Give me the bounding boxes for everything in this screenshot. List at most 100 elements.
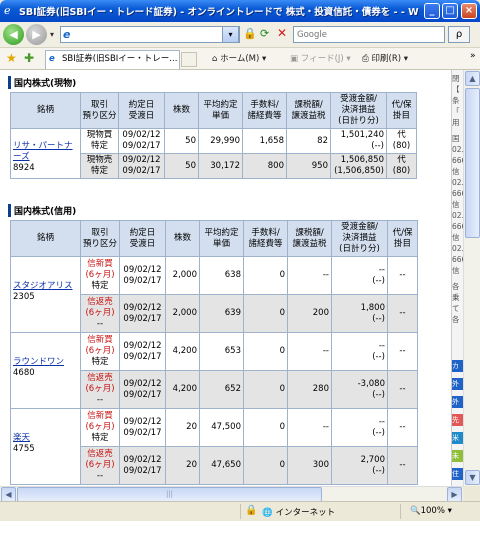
margin-cell: 代 (80) [386,128,417,154]
amount-value: -3,080 [357,378,385,389]
forward-button[interactable]: ▶ [26,24,47,45]
page-content: 国内株式(現物) 銘柄 取引 預り区分 約定日 受渡日 株数 平均約定 単価 手数料/諸経費等課… [0,70,451,486]
add-favorite-icon[interactable]: ✚ [24,51,34,65]
column-header-label: 決済損益 [342,233,377,243]
trade-type-link[interactable]: 現物売 [87,155,113,165]
stock-link[interactable]: リサ・パートナーズ [13,141,73,162]
price-cell: 47,650 [199,446,244,485]
sidebar-link-box[interactable]: 米 [452,432,463,444]
scroll-down-button[interactable]: ▼ [465,470,480,485]
security-zone: 🌐 インターネット [262,508,336,518]
price-cell: 653 [199,332,244,371]
sidebar-link-box[interactable]: カ [452,360,463,372]
back-button[interactable]: ◀ [3,24,24,45]
column-header-label: 受渡日 [129,238,156,249]
security-icon: 🔒 [245,505,258,516]
amount-cell: -3,080 (--) [331,370,388,409]
minimize-button[interactable]: _ [424,3,440,19]
column-header-label: 受渡日 [128,110,155,121]
date-value: 09/02/17 [123,313,162,324]
trade-type-link[interactable]: 信返売(6ヶ月) [83,373,117,395]
trade-type-cell: 信返売(6ヶ月) -- [80,294,120,333]
column-header-label: 平均約定 [204,227,239,238]
address-bar[interactable]: e [60,26,240,43]
trade-type-link[interactable]: 信新買(6ヶ月) [83,335,117,357]
vertical-scroll-thumb[interactable] [465,88,480,238]
fee-cell: 0 [243,408,288,447]
sidebar-link-box[interactable]: 住 [452,468,463,480]
stock-link[interactable]: スタジオアリス [13,281,73,291]
trade-type-link[interactable]: 信新買(6ヶ月) [83,259,117,281]
sidebar-link-box[interactable]: 先 [452,414,463,426]
date-value: 09/02/17 [123,275,162,286]
tax-cell: 950 [286,153,331,179]
column-header-label: 受渡金額/ [340,94,377,104]
date-cell: 09/02/12 09/02/17 [118,153,165,179]
scroll-left-button[interactable]: ◀ [1,487,16,502]
margin-value: 代 [397,155,406,165]
lock-icon[interactable]: 🔒 [243,27,257,40]
date-value: 09/02/12 [123,302,162,313]
sidebar-link-box[interactable]: 外 [452,396,463,408]
table-header-row: 銘柄 取引 預り区分 約定日 受渡日 株数 平均約定 単価 手数料/諸経費等 課税額/譲渡益税 受渡… [10,92,417,129]
margin-cell: -- [387,446,418,485]
trade-type-link[interactable]: 信返売(6ヶ月) [83,449,117,471]
price-cell: 638 [199,256,244,295]
scroll-right-button[interactable]: ▶ [447,487,462,502]
feed-button[interactable]: ▣ フィード(J) ▾ [290,52,351,64]
new-tab-button[interactable] [181,52,197,67]
close-button[interactable]: × [461,3,477,19]
sidebar-fragment: 信 [452,233,460,242]
tab-bar: ★ ✚ e SBI証券(旧SBIイー・トレー... ⌂ ホーム(M) ▾ ▣ フ… [0,48,480,70]
margin-cell: -- [387,294,418,333]
search-box[interactable] [293,26,445,43]
column-header: 取引 預り区分 [80,92,119,129]
sidebar-link-box[interactable]: 未 [452,450,463,462]
stock-link[interactable]: ラウンドワン [13,357,64,367]
account-type: -- [96,319,104,329]
margin-cell: 代 (80) [386,153,417,179]
amount-value: (--) [372,389,385,400]
search-input[interactable] [294,27,424,42]
address-dropdown-button[interactable]: ▾ [222,26,239,43]
title-bar: ℯ SBI証券(旧SBIイー・トレード証券) - オンライントレードで 株式・投… [0,0,480,22]
column-header-label: 譲渡益税 [292,238,327,249]
trade-type-link[interactable]: 信新買(6ヶ月) [83,411,117,433]
maximize-button[interactable]: □ [442,3,458,19]
search-go-button[interactable]: ρ [448,26,470,43]
date-value: 09/02/12 [123,264,162,275]
history-dropdown-icon[interactable]: ▾ [50,30,54,39]
column-header: 株数 [164,92,199,129]
tab-sbi[interactable]: e SBI証券(旧SBIイー・トレー... [45,50,180,69]
date-value: 09/02/12 [123,340,162,351]
amount-value: 1,501,240 [340,130,384,140]
sidebar-fragment: て [452,304,460,313]
toolbar-overflow-icon[interactable]: » [470,51,476,61]
trade-type-link[interactable]: 現物買 [87,130,113,140]
vertical-scrollbar[interactable]: ▲ ▼ [463,70,480,486]
column-header-label: 預り区分 [82,238,117,249]
date-cell: 09/02/12 09/02/17 [119,294,166,333]
zoom-level[interactable]: 🔍100% ▾ [410,506,452,516]
print-button[interactable]: ⎙ 印刷(R) ▾ [362,52,408,64]
trade-type-cell: 信新買(6ヶ月) 特定 [80,332,120,371]
sidebar-link-box[interactable]: 外 [452,378,463,390]
column-header: 取引 預り区分 [80,220,120,257]
status-divider [240,504,241,519]
stop-icon[interactable]: ✕ [277,26,287,40]
amount-cell: 1,506,850 (1,506,850) [330,153,387,179]
scroll-up-button[interactable]: ▲ [465,71,480,86]
home-button[interactable]: ⌂ ホーム(M) ▾ [212,52,266,64]
navigation-bar: ◀ ▶ ▾ e ▾ 🔒 ⟳ ✕ ρ [0,22,480,48]
column-header-label: 株数 [172,105,190,115]
stock-link[interactable]: 楽天 [13,433,30,443]
horizontal-scroll-thumb[interactable]: ||| [17,487,322,502]
amount-cell: 1,501,240 (--) [330,128,387,154]
horizontal-scrollbar[interactable]: ◀ ||| ▶ [0,486,463,502]
trade-type-link[interactable]: 信返売(6ヶ月) [83,297,117,319]
window-title: SBI証券(旧SBIイー・トレード証券) - オンライントレードで 株式・投資信… [19,7,419,18]
refresh-icon[interactable]: ⟳ [260,27,269,40]
date-cell: 09/02/12 09/02/17 [118,128,165,154]
favorites-star-icon[interactable]: ★ [6,51,17,65]
column-header: 銘柄 [10,92,81,129]
